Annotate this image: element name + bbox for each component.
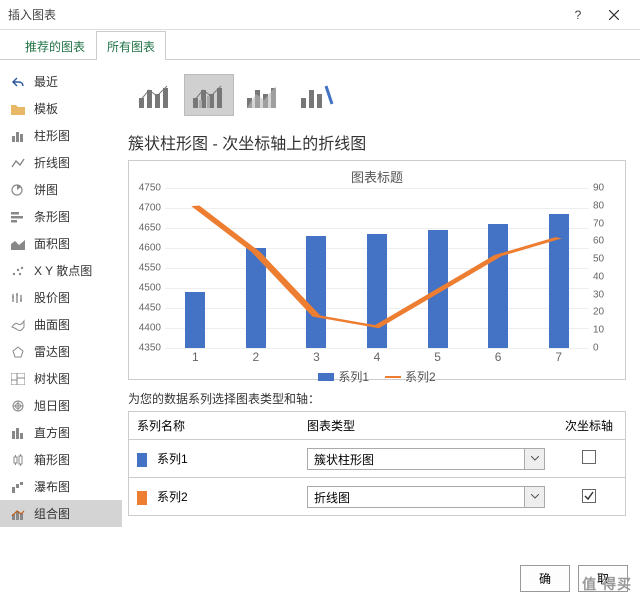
sidebar-item-area[interactable]: 面积图 (0, 230, 122, 257)
chart-type-select[interactable]: 簇状柱形图 (307, 448, 545, 470)
undo-icon (10, 74, 26, 90)
radar-chart-icon (10, 344, 26, 360)
chart-type-sidebar: 最近 模板 柱形图 折线图 饼图 条形图 面积图 X Y 散点图 股价图 曲面图… (0, 60, 122, 560)
sidebar-item-column[interactable]: 柱形图 (0, 122, 122, 149)
sidebar-item-label: 直方图 (34, 424, 70, 441)
folder-icon (10, 101, 26, 117)
ok-button[interactable]: 确 (520, 565, 570, 592)
sidebar-item-label: 树状图 (34, 370, 70, 387)
sidebar-item-sunburst[interactable]: 旭日图 (0, 392, 122, 419)
sidebar-item-label: 瀑布图 (34, 478, 70, 495)
series-config-grid: 系列名称 图表类型 次坐标轴 系列1 簇状柱形图系列2 折线图 (128, 411, 626, 516)
subtype-3[interactable] (238, 74, 288, 116)
sidebar-item-boxplot[interactable]: 箱形图 (0, 446, 122, 473)
sidebar-item-waterfall[interactable]: 瀑布图 (0, 473, 122, 500)
scatter-chart-icon (10, 263, 26, 279)
tab-recommended[interactable]: 推荐的图表 (14, 31, 96, 60)
sidebar-item-label: 饼图 (34, 181, 58, 198)
sunburst-icon (10, 398, 26, 414)
legend-series-1: 系列1 (318, 368, 369, 385)
column-chart-icon (10, 128, 26, 144)
sidebar-item-scatter[interactable]: X Y 散点图 (0, 257, 122, 284)
sidebar-item-combo[interactable]: 组合图 (0, 500, 122, 527)
sidebar-item-recent[interactable]: 最近 (0, 68, 122, 95)
sidebar-item-label: 旭日图 (34, 397, 70, 414)
area-chart-icon (10, 236, 26, 252)
dialog-title: 插入图表 (8, 6, 560, 23)
sidebar-item-label: 柱形图 (34, 127, 70, 144)
sidebar-item-pie[interactable]: 饼图 (0, 176, 122, 203)
sidebar-item-templates[interactable]: 模板 (0, 95, 122, 122)
chevron-down-icon (525, 448, 545, 470)
col-header-name: 系列名称 (129, 412, 299, 439)
chart-preview[interactable]: 图表标题 43504400445045004550460046504700475… (128, 160, 626, 380)
histogram-icon (10, 425, 26, 441)
combo-chart-icon (10, 506, 26, 522)
series-row: 系列1 簇状柱形图 (129, 440, 625, 478)
sidebar-item-label: X Y 散点图 (34, 262, 92, 279)
sidebar-item-label: 雷达图 (34, 343, 70, 360)
subtype-thumbnails (130, 74, 626, 116)
chevron-down-icon (525, 486, 545, 508)
line-chart-icon (10, 155, 26, 171)
chart-title: 图表标题 (137, 167, 617, 186)
series-name: 系列2 (157, 490, 188, 504)
secondary-axis-checkbox[interactable] (582, 489, 596, 503)
help-button[interactable]: ? (560, 3, 596, 27)
chart-type-select[interactable]: 折线图 (307, 486, 545, 508)
pie-chart-icon (10, 182, 26, 198)
tab-bar: 推荐的图表 所有图表 (0, 30, 640, 60)
waterfall-icon (10, 479, 26, 495)
sidebar-item-stock[interactable]: 股价图 (0, 284, 122, 311)
legend-series-2: 系列2 (385, 368, 436, 385)
sidebar-item-bar[interactable]: 条形图 (0, 203, 122, 230)
sidebar-item-label: 组合图 (34, 505, 70, 522)
sidebar-item-label: 面积图 (34, 235, 70, 252)
stock-chart-icon (10, 290, 26, 306)
sidebar-item-label: 模板 (34, 100, 58, 117)
boxplot-icon (10, 452, 26, 468)
sidebar-item-line[interactable]: 折线图 (0, 149, 122, 176)
sidebar-item-label: 折线图 (34, 154, 70, 171)
watermark: 值 得买 (582, 574, 632, 594)
secondary-axis-checkbox[interactable] (582, 450, 596, 464)
sidebar-item-label: 股价图 (34, 289, 70, 306)
sidebar-item-radar[interactable]: 雷达图 (0, 338, 122, 365)
subtype-1[interactable] (130, 74, 180, 116)
sidebar-item-treemap[interactable]: 树状图 (0, 365, 122, 392)
treemap-icon (10, 371, 26, 387)
sidebar-item-label: 最近 (34, 73, 58, 90)
col-header-type: 图表类型 (299, 412, 553, 439)
close-icon (609, 10, 619, 20)
sidebar-item-label: 曲面图 (34, 316, 70, 333)
series-config-label: 为您的数据系列选择图表类型和轴： (128, 390, 626, 407)
tab-all[interactable]: 所有图表 (96, 31, 166, 60)
close-button[interactable] (596, 3, 632, 27)
series-name: 系列1 (157, 452, 188, 466)
col-header-secondary: 次坐标轴 (553, 412, 625, 439)
surface-chart-icon (10, 317, 26, 333)
sidebar-item-label: 条形图 (34, 208, 70, 225)
sidebar-item-histogram[interactable]: 直方图 (0, 419, 122, 446)
subtype-4[interactable] (292, 74, 342, 116)
sidebar-item-surface[interactable]: 曲面图 (0, 311, 122, 338)
bar-chart-icon (10, 209, 26, 225)
chart-heading: 簇状柱形图 - 次坐标轴上的折线图 (128, 130, 626, 154)
series-row: 系列2 折线图 (129, 478, 625, 516)
subtype-2[interactable] (184, 74, 234, 116)
sidebar-item-label: 箱形图 (34, 451, 70, 468)
